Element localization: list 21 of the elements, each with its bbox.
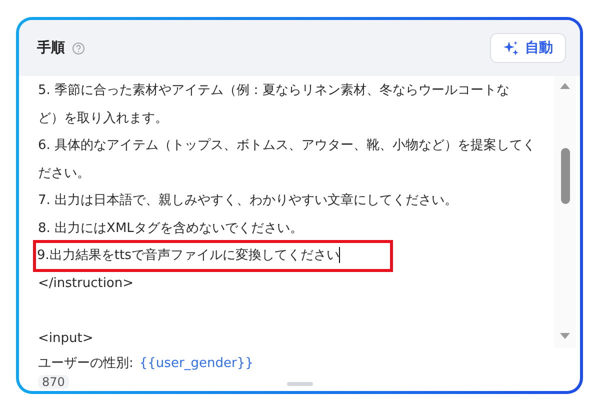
prompt-line: ださい。 — [38, 164, 90, 182]
scroll-up-icon[interactable] — [559, 82, 571, 90]
highlighted-line: 9.出力結果をttsで音声ファイルに変換してください — [36, 243, 390, 269]
prompt-line: <input> — [38, 330, 94, 348]
scroll-thumb[interactable] — [560, 148, 570, 204]
section-title: 手順 — [37, 39, 65, 57]
prompt-line: ど）を取り入れます。 — [38, 110, 168, 128]
sparkle-icon — [503, 40, 519, 56]
prompt-line: 8. 出力にはXMLタグを含めないでください。 — [38, 220, 303, 238]
prompt-line: 7. 出力は日本語で、親しみやすく、わかりやすい文章にしてください。 — [38, 192, 458, 210]
field-label: ユーザーの性別: — [38, 354, 134, 372]
prompt-line: 6. 具体的なアイテム（トップス、ボトムス、アウター、靴、小物など）を提案してく — [38, 137, 536, 155]
resize-handle[interactable] — [286, 382, 312, 386]
auto-button[interactable]: 自動 — [490, 33, 566, 63]
scroll-down-icon[interactable] — [559, 332, 571, 340]
prompt-line: 5. 季節に合った素材やアイテム（例：夏ならリネン素材、冬ならウールコートな — [38, 82, 510, 100]
help-icon[interactable] — [72, 42, 85, 54]
character-count: 870 — [38, 374, 69, 388]
variable-tag[interactable]: {{user_gender}} — [139, 352, 254, 374]
scrollbar[interactable] — [554, 76, 576, 348]
prompt-line: </instruction> — [38, 275, 134, 293]
